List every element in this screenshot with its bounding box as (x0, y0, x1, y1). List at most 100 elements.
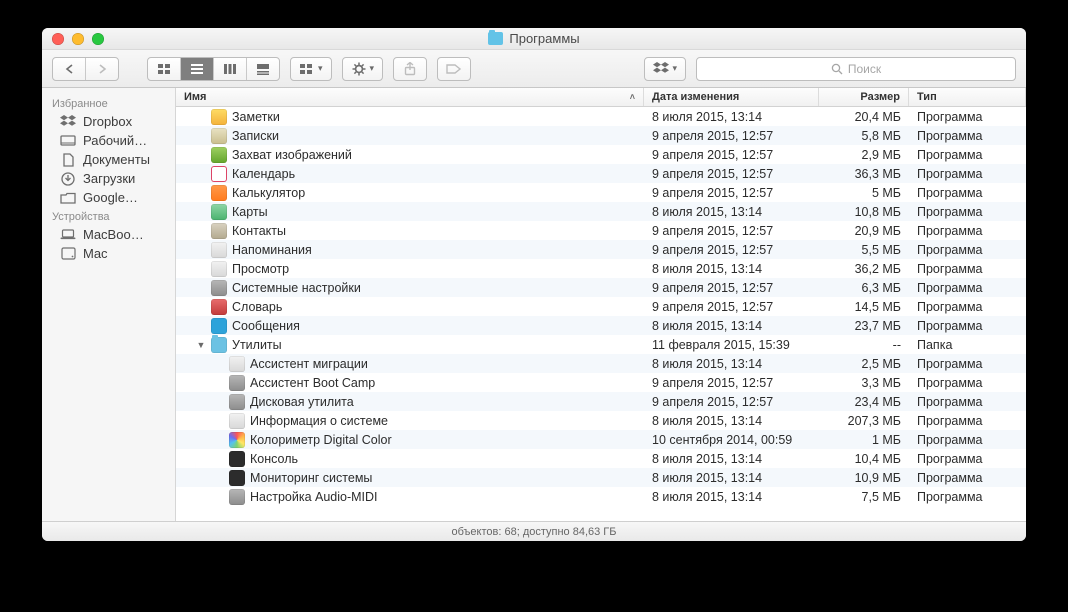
forward-button[interactable] (86, 58, 118, 80)
app-icon (211, 242, 227, 258)
table-row[interactable]: Напоминания9 апреля 2015, 12:575,5 МБПро… (176, 240, 1026, 259)
table-row[interactable]: Заметки8 июля 2015, 13:1420,4 МБПрограмм… (176, 107, 1026, 126)
action-menu[interactable]: ▾ (342, 57, 384, 81)
file-name: Ассистент Boot Camp (250, 376, 375, 390)
file-size: 7,5 МБ (819, 490, 909, 504)
table-row[interactable]: Захват изображений9 апреля 2015, 12:572,… (176, 145, 1026, 164)
table-row[interactable]: Карты8 июля 2015, 13:1410,8 МБПрограмма (176, 202, 1026, 221)
file-date: 9 апреля 2015, 12:57 (644, 167, 819, 181)
sidebar-item[interactable]: Загрузки (42, 169, 175, 188)
table-row[interactable]: Калькулятор9 апреля 2015, 12:575 МБПрогр… (176, 183, 1026, 202)
table-row[interactable]: Сообщения8 июля 2015, 13:1423,7 МБПрогра… (176, 316, 1026, 335)
table-row[interactable]: Ассистент миграции8 июля 2015, 13:142,5 … (176, 354, 1026, 373)
minimize-window-button[interactable] (72, 33, 84, 45)
column-date[interactable]: Дата изменения (644, 88, 819, 106)
file-name: Словарь (232, 300, 282, 314)
sidebar-item[interactable]: Mac (42, 244, 175, 263)
app-icon (229, 413, 245, 429)
table-row[interactable]: Просмотр8 июля 2015, 13:1436,2 МБПрограм… (176, 259, 1026, 278)
table-row[interactable]: Дисковая утилита 9 апреля 2015, 12:5723,4… (176, 392, 1026, 411)
search-field[interactable]: Поиск (696, 57, 1016, 81)
search-icon (831, 63, 843, 75)
file-date: 9 апреля 2015, 12:57 (644, 395, 819, 409)
file-date: 9 апреля 2015, 12:57 (644, 224, 819, 238)
file-date: 8 июля 2015, 13:14 (644, 110, 819, 124)
file-type: Программа (909, 376, 1026, 390)
nav-back-forward (52, 57, 119, 81)
file-date: 8 июля 2015, 13:14 (644, 490, 819, 504)
app-icon (229, 356, 245, 372)
file-type: Папка (909, 338, 1026, 352)
table-row[interactable]: Консоль8 июля 2015, 13:1410,4 МБПрограмм… (176, 449, 1026, 468)
sort-asc-icon: ˄ (630, 92, 635, 102)
file-size: 2,5 МБ (819, 357, 909, 371)
sidebar-item[interactable]: Рабочий… (42, 131, 175, 150)
sidebar-item-label: Загрузки (83, 171, 135, 186)
column-size[interactable]: Размер (819, 88, 909, 106)
file-date: 8 июля 2015, 13:14 (644, 357, 819, 371)
app-icon (229, 451, 245, 467)
file-size: 3,3 МБ (819, 376, 909, 390)
dropbox-icon (60, 115, 76, 129)
file-type: Программа (909, 129, 1026, 143)
file-name: Карты (232, 205, 268, 219)
app-icon (211, 318, 227, 334)
column-name[interactable]: Имя˄ (176, 88, 644, 106)
table-row[interactable]: Словарь9 апреля 2015, 12:5714,5 МБПрогра… (176, 297, 1026, 316)
sidebar-section-header: Избранное (42, 94, 175, 112)
app-icon (229, 470, 245, 486)
table-row[interactable]: Настройка Audio-MIDI8 июля 2015, 13:147,… (176, 487, 1026, 506)
file-type: Программа (909, 433, 1026, 447)
sidebar-item[interactable]: MacBoo… (42, 225, 175, 244)
titlebar: Программы (42, 28, 1026, 50)
file-date: 9 апреля 2015, 12:57 (644, 148, 819, 162)
file-type: Программа (909, 452, 1026, 466)
file-type: Программа (909, 414, 1026, 428)
sidebar-item[interactable]: Google… (42, 188, 175, 207)
table-row[interactable]: Информация о системе8 июля 2015, 13:1420… (176, 411, 1026, 430)
sidebar-item-label: Google… (83, 190, 138, 205)
table-row[interactable]: Колориметр Digital Color10 сентября 2014… (176, 430, 1026, 449)
file-date: 8 июля 2015, 13:14 (644, 414, 819, 428)
share-button[interactable] (393, 57, 427, 81)
app-icon (211, 128, 227, 144)
close-window-button[interactable] (52, 33, 64, 45)
finder-window: Программы ▾ ▾ (42, 28, 1026, 541)
file-name: Колориметр Digital Color (250, 433, 392, 447)
status-bar: объектов: 68; доступно 84,63 ГБ (42, 521, 1026, 541)
column-type[interactable]: Тип (909, 88, 1026, 106)
back-button[interactable] (53, 58, 86, 80)
table-row[interactable]: Системные настройки9 апреля 2015, 12:576… (176, 278, 1026, 297)
file-name: Дисковая утилита (250, 395, 354, 409)
view-icons-button[interactable] (148, 58, 181, 80)
tags-button[interactable] (437, 57, 471, 81)
zoom-window-button[interactable] (92, 33, 104, 45)
file-size: 6,3 МБ (819, 281, 909, 295)
window-controls (52, 33, 104, 45)
arrange-menu[interactable]: ▾ (290, 57, 332, 81)
app-icon (211, 166, 227, 182)
table-row[interactable]: Ассистент Boot Camp9 апреля 2015, 12:573… (176, 373, 1026, 392)
file-size: 23,4 МБ (819, 395, 909, 409)
sidebar-item[interactable]: Документы (42, 150, 175, 169)
file-type: Программа (909, 167, 1026, 181)
table-row[interactable]: Календарь9 апреля 2015, 12:5736,3 МБПрог… (176, 164, 1026, 183)
table-row[interactable]: Мониторинг системы8 июля 2015, 13:1410,9… (176, 468, 1026, 487)
sidebar-item[interactable]: Dropbox (42, 112, 175, 131)
file-size: 207,3 МБ (819, 414, 909, 428)
dropbox-toolbar-menu[interactable]: ▾ (644, 57, 686, 81)
file-size: 5,8 МБ (819, 129, 909, 143)
file-type: Программа (909, 395, 1026, 409)
view-list-button[interactable] (181, 58, 214, 80)
view-coverflow-button[interactable] (247, 58, 279, 80)
table-row[interactable]: ▼Утилиты11 февраля 2015, 15:39--Папка (176, 335, 1026, 354)
file-name: Системные настройки (232, 281, 361, 295)
app-icon (211, 337, 227, 353)
disclosure-triangle-icon[interactable]: ▼ (196, 340, 206, 350)
file-date: 9 апреля 2015, 12:57 (644, 186, 819, 200)
file-name: Утилиты (232, 338, 282, 352)
table-row[interactable]: Контакты9 апреля 2015, 12:5720,9 МБПрогр… (176, 221, 1026, 240)
app-icon (211, 185, 227, 201)
view-columns-button[interactable] (214, 58, 247, 80)
table-row[interactable]: Записки9 апреля 2015, 12:575,8 МБПрограм… (176, 126, 1026, 145)
